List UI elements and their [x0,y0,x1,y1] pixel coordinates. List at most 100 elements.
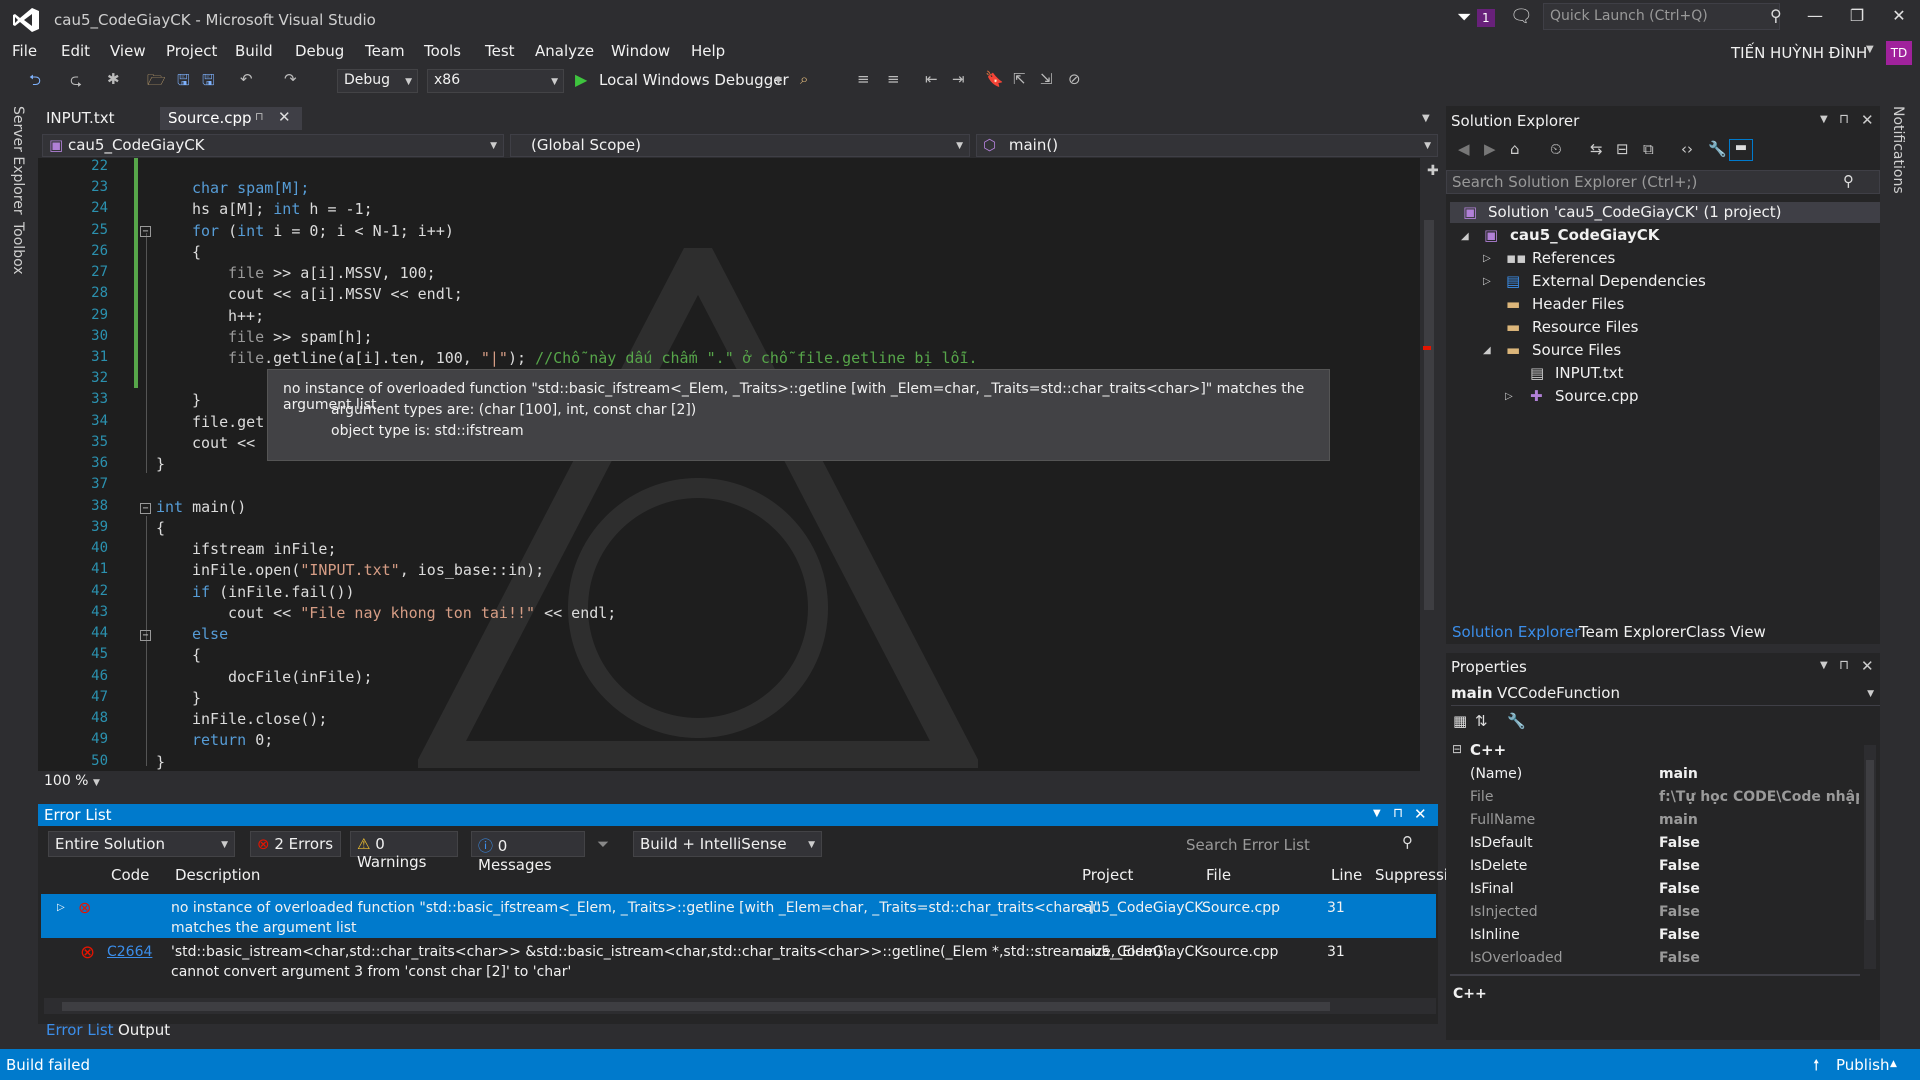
property-value[interactable]: False [1659,881,1700,897]
tree-item-references[interactable]: References [1532,249,1615,267]
menu-analyze[interactable]: Analyze [535,42,594,60]
new-project-icon[interactable]: ✱ [107,70,120,88]
column-header-file[interactable]: File [1206,866,1231,884]
menu-build[interactable]: Build [235,42,273,60]
tree-item-source-files[interactable]: Source Files [1532,341,1621,359]
open-file-icon[interactable]: 🗁 [147,70,166,95]
property-value[interactable]: f:\Tự học CODE\Code nhập\ [1659,789,1859,805]
solution-configuration-select[interactable]: Debug ▼ [337,69,418,93]
pin-icon[interactable]: ⊓ [1393,806,1403,821]
view-code-icon[interactable]: ‹› [1681,140,1693,158]
tab-team-explorer[interactable]: Team Explorer [1579,623,1686,641]
pin-icon[interactable]: ⊓ [1839,658,1849,673]
search-icon[interactable]: ⚲ [1843,172,1854,190]
previous-bookmark-icon[interactable]: ⇱ [1013,70,1026,88]
close-panel-icon[interactable]: ✕ [1414,805,1427,823]
forward-icon[interactable]: ▶ [1484,140,1496,158]
undo-icon[interactable]: ↶ [240,70,253,88]
close-panel-icon[interactable]: ✕ [1861,657,1874,675]
alphabetical-icon[interactable]: ⇅ [1475,712,1488,730]
split-editor-icon[interactable]: ✚ [1427,163,1439,179]
collapse-arrow-icon[interactable]: ◢ [1461,231,1469,242]
menu-file[interactable]: File [12,42,37,60]
editor-vertical-scrollbar[interactable] [1420,158,1438,771]
error-list-horizontal-scrollbar[interactable] [44,998,1436,1014]
close-tab-icon[interactable]: ✕ [278,108,291,126]
errors-filter-button[interactable]: ⊗ 2 Errors [250,831,341,857]
expand-arrow-icon[interactable]: ▷ [1483,276,1491,287]
collapse-category-icon[interactable]: ⊟ [1452,742,1462,756]
pending-changes-filter-icon[interactable]: ⏲ [1550,140,1562,158]
expand-arrow-icon[interactable]: ▷ [1483,253,1491,264]
expand-arrow-icon[interactable]: ▷ [1505,391,1513,402]
tab-overflow-dropdown-icon[interactable]: ▼ [1422,113,1430,124]
navigate-forward-icon[interactable]: ⮎ [70,70,82,95]
column-header-suppression[interactable]: Suppressi [1375,866,1448,884]
publish-button[interactable]: Publish [1836,1056,1889,1074]
property-value[interactable]: main [1659,812,1698,828]
properties-wrench-icon[interactable]: 🔧 [1708,140,1727,158]
splitter[interactable] [1450,974,1860,976]
tab-solution-explorer[interactable]: Solution Explorer [1452,623,1580,641]
home-icon[interactable]: ⌂ [1510,140,1520,158]
chevron-down-icon[interactable]: ▼ [1373,808,1381,819]
filter-icon[interactable]: ⏷ [597,835,609,853]
scope-dropdown[interactable]: (Global Scope) ▼ [510,134,970,157]
sync-icon[interactable]: ⇆ [1590,140,1603,158]
collapse-icon[interactable]: − [140,226,151,237]
tree-item-source-cpp[interactable]: Source.cpp [1555,387,1639,405]
pin-icon[interactable]: ⊓ [1839,112,1849,127]
tab-class-view[interactable]: Class View [1686,623,1766,641]
save-all-icon[interactable]: 🖫 [202,70,215,95]
back-icon[interactable]: ◀ [1458,140,1470,158]
collapse-icon[interactable]: − [140,630,151,641]
indent-icon[interactable]: ⇥ [952,70,965,88]
property-value[interactable]: False [1659,835,1700,851]
column-header-code[interactable]: Code [111,866,149,884]
navigate-back-icon[interactable]: ⮌ [29,70,41,95]
user-name[interactable]: TIẾN HUỲNH ĐÌNH [1731,44,1867,62]
show-all-files-icon[interactable]: ⧉ [1643,140,1654,158]
preview-selected-items-icon[interactable]: ▬ [1729,139,1753,161]
menu-test[interactable]: Test [485,42,515,60]
close-panel-icon[interactable]: ✕ [1861,111,1874,129]
menu-help[interactable]: Help [691,42,725,60]
tree-item-project[interactable]: cau5_CodeGiayCK [1510,226,1659,244]
properties-scrollbar[interactable] [1864,745,1876,969]
property-value[interactable]: False [1659,950,1700,966]
uncomment-icon[interactable]: ≡ [887,70,900,88]
column-header-description[interactable]: Description [175,866,260,884]
error-code-link[interactable]: C2664 [107,944,152,960]
restore-button[interactable]: ❐ [1842,6,1872,25]
collapse-arrow-icon[interactable]: ◢ [1483,345,1491,356]
collapse-all-icon[interactable]: ⊟ [1616,140,1629,158]
bookmark-icon[interactable]: 🔖 [985,70,1004,88]
menu-team[interactable]: Team [365,42,405,60]
menu-edit[interactable]: Edit [61,42,90,60]
solution-platform-select[interactable]: x86 ▼ [427,69,564,93]
chevron-down-icon[interactable]: ▼ [1820,114,1828,125]
tree-item-input-txt[interactable]: INPUT.txt [1555,364,1623,382]
property-value[interactable]: main [1659,766,1698,782]
code-editor[interactable]: 22 23 24 25 26 27 28 29 30 31 32 33 34 3… [38,158,1420,771]
expand-row-icon[interactable]: ▷ [57,902,65,913]
start-debugging-icon[interactable]: ▶ [575,70,587,89]
column-header-line[interactable]: Line [1331,866,1362,884]
toolbox-tab[interactable]: Toolbox [10,222,26,275]
tree-item-solution[interactable]: Solution 'cau5_CodeGiayCK' (1 project) [1488,203,1782,221]
menu-project[interactable]: Project [166,42,217,60]
tab-input-txt[interactable]: INPUT.txt [38,107,122,130]
chevron-up-icon[interactable]: ▲ [1890,1059,1897,1069]
property-value[interactable]: False [1659,858,1700,874]
search-icon[interactable]: ⚲ [1770,6,1782,25]
find-in-files-icon[interactable]: ⌕ [800,70,808,88]
menu-window[interactable]: Window [611,42,670,60]
pin-icon[interactable]: ⊓ [255,110,264,123]
tab-error-list[interactable]: Error List [46,1021,114,1039]
close-window-button[interactable]: ✕ [1884,6,1914,25]
property-value[interactable]: False [1659,904,1700,920]
member-dropdown[interactable]: ⬡ main() ▼ [976,134,1438,157]
properties-object-select[interactable]: main VCCodeFunction ▼ [1451,684,1880,706]
solution-explorer-search-input[interactable]: Search Solution Explorer (Ctrl+;) [1446,170,1880,194]
collapse-icon[interactable]: − [140,503,151,514]
